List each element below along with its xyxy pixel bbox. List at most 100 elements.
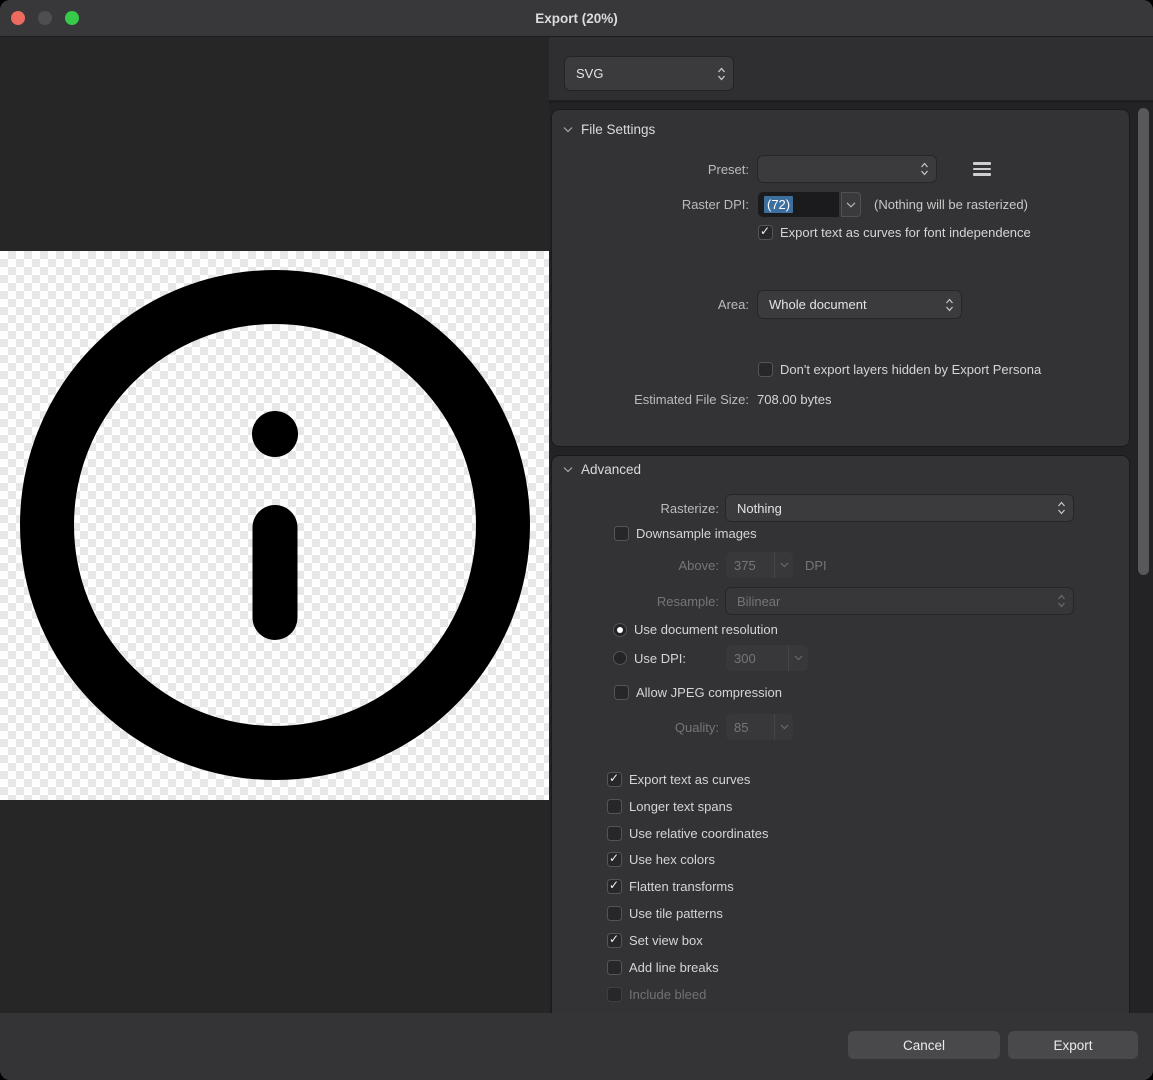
format-dropdown[interactable]: SVG (565, 57, 733, 90)
curves-font-checkbox-row[interactable]: Export text as curves for font independe… (758, 224, 1031, 240)
above-dpi-combo: 375 (726, 552, 793, 578)
option-row-export-text-as-curves[interactable]: Export text as curves (607, 771, 750, 787)
option-label[interactable]: Longer text spans (629, 799, 732, 814)
hidden-layers-checkbox-row[interactable]: Don't export layers hidden by Export Per… (758, 361, 1041, 377)
set-view-box-checkbox[interactable] (607, 933, 622, 948)
raster-dpi-label: Raster DPI: (552, 197, 749, 212)
rasterize-label: Rasterize: (552, 501, 719, 516)
section-title: File Settings (581, 122, 655, 137)
file-size-value: 708.00 bytes (757, 392, 831, 407)
export-text-as-curves-checkbox[interactable] (607, 772, 622, 787)
file-size-label: Estimated File Size: (552, 392, 749, 407)
area-dropdown-value: Whole document (769, 297, 867, 312)
dialog-footer: Cancel Export (0, 1013, 1153, 1080)
jpeg-compression-checkbox-label[interactable]: Allow JPEG compression (636, 685, 782, 700)
preset-dropdown[interactable] (758, 156, 936, 182)
use-tile-patterns-checkbox[interactable] (607, 906, 622, 921)
jpeg-compression-checkbox-row[interactable]: Allow JPEG compression (614, 684, 782, 700)
above-label: Above: (552, 558, 719, 573)
title-bar: Export (20%) (0, 0, 1153, 37)
hidden-layers-checkbox[interactable] (758, 362, 773, 377)
use-dpi-combo: 300 (726, 645, 808, 671)
section-title: Advanced (581, 462, 641, 477)
file-settings-group: File Settings Preset: Raster DPI: (72) (551, 109, 1130, 447)
advanced-group: Advanced Rasterize: Nothing Downsample i… (551, 455, 1130, 1055)
quality-value: 85 (726, 714, 774, 740)
option-row-add-line-breaks[interactable]: Add line breaks (607, 959, 719, 975)
rasterize-dropdown-value: Nothing (737, 501, 782, 516)
format-strip: SVG (549, 37, 1153, 103)
info-icon (20, 270, 530, 780)
raster-dpi-dropdown-button[interactable] (841, 192, 861, 217)
export-button[interactable]: Export (1008, 1031, 1138, 1059)
chevron-down-icon (774, 552, 793, 578)
option-row-flatten-transforms[interactable]: Flatten transforms (607, 878, 734, 894)
raster-dpi-input[interactable]: (72) (758, 192, 839, 217)
resample-dropdown-value: Bilinear (737, 594, 780, 609)
format-dropdown-value: SVG (576, 66, 603, 81)
chevron-down-icon (846, 202, 856, 208)
curves-font-checkbox[interactable] (758, 225, 773, 240)
area-dropdown[interactable]: Whole document (758, 291, 961, 318)
stepper-icon (920, 162, 929, 177)
option-label[interactable]: Use hex colors (629, 852, 715, 867)
option-row-use-relative-coordinates[interactable]: Use relative coordinates (607, 825, 768, 841)
use-dpi-value: 300 (726, 645, 788, 671)
option-row-set-view-box[interactable]: Set view box (607, 932, 703, 948)
cancel-button[interactable]: Cancel (848, 1031, 1000, 1059)
option-row-include-bleed: Include bleed (607, 986, 706, 1002)
use-hex-colors-checkbox[interactable] (607, 852, 622, 867)
downsample-checkbox-label[interactable]: Downsample images (636, 526, 757, 541)
export-dialog: Export (20%) SVG (0, 0, 1153, 1080)
option-label[interactable]: Use tile patterns (629, 906, 723, 921)
stepper-icon (1057, 594, 1066, 609)
resample-label: Resample: (552, 594, 719, 609)
chevron-down-icon (563, 126, 573, 133)
above-dpi-value: 375 (726, 552, 774, 578)
use-relative-coordinates-checkbox[interactable] (607, 826, 622, 841)
option-label: Include bleed (629, 987, 706, 1002)
longer-text-spans-checkbox[interactable] (607, 799, 622, 814)
downsample-checkbox[interactable] (614, 526, 629, 541)
option-label[interactable]: Flatten transforms (629, 879, 734, 894)
quality-label: Quality: (552, 720, 719, 735)
option-label[interactable]: Export text as curves (629, 772, 750, 787)
use-document-resolution-radio[interactable] (613, 623, 627, 637)
chevron-down-icon (788, 645, 808, 671)
include-bleed-checkbox (607, 987, 622, 1002)
option-row-longer-text-spans[interactable]: Longer text spans (607, 798, 732, 814)
quality-combo: 85 (726, 714, 793, 740)
above-dpi-suffix: DPI (805, 558, 827, 573)
hidden-layers-checkbox-label[interactable]: Don't export layers hidden by Export Per… (780, 362, 1041, 377)
transparency-checkerboard (0, 251, 549, 800)
add-line-breaks-checkbox[interactable] (607, 960, 622, 975)
use-document-resolution-radio-row[interactable]: Use document resolution (613, 622, 778, 637)
use-dpi-label[interactable]: Use DPI: (634, 651, 686, 666)
stepper-icon (945, 297, 954, 312)
export-settings-panel: SVG File Settings Preset: (549, 37, 1153, 1013)
flatten-transforms-checkbox[interactable] (607, 879, 622, 894)
chevron-down-icon (563, 466, 573, 473)
preset-menu-icon[interactable] (973, 162, 991, 176)
file-settings-header[interactable]: File Settings (563, 122, 655, 137)
use-document-resolution-label[interactable]: Use document resolution (634, 622, 778, 637)
option-row-use-hex-colors[interactable]: Use hex colors (607, 851, 715, 867)
window-title: Export (20%) (0, 0, 1153, 37)
rasterize-dropdown[interactable]: Nothing (726, 495, 1073, 521)
option-row-use-tile-patterns[interactable]: Use tile patterns (607, 905, 723, 921)
resample-dropdown: Bilinear (726, 588, 1073, 614)
curves-font-checkbox-label[interactable]: Export text as curves for font independe… (780, 225, 1031, 240)
area-label: Area: (552, 297, 749, 312)
option-label[interactable]: Add line breaks (629, 960, 719, 975)
option-label[interactable]: Set view box (629, 933, 703, 948)
stepper-icon (717, 66, 726, 81)
advanced-header[interactable]: Advanced (563, 462, 641, 477)
use-dpi-radio[interactable] (613, 651, 627, 665)
jpeg-compression-checkbox[interactable] (614, 685, 629, 700)
export-preview-pane (0, 37, 549, 1013)
scrollbar-thumb[interactable] (1138, 108, 1149, 575)
preset-label: Preset: (552, 162, 749, 177)
chevron-down-icon (774, 714, 793, 740)
option-label[interactable]: Use relative coordinates (629, 826, 768, 841)
downsample-checkbox-row[interactable]: Downsample images (614, 525, 757, 541)
